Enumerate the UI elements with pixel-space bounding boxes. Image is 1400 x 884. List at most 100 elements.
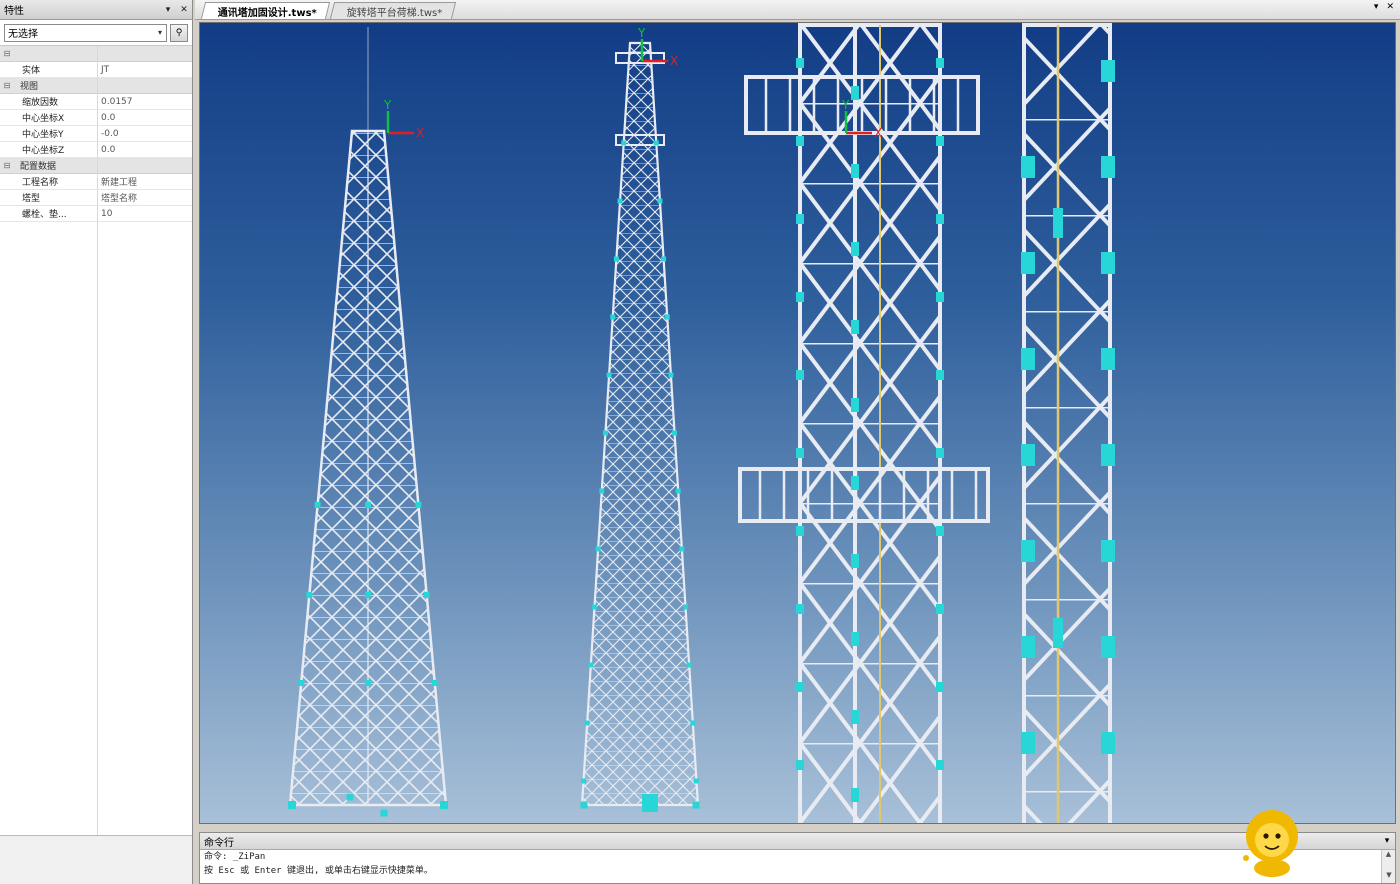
property-row[interactable]: 工程名称 新建工程 (0, 174, 192, 190)
joint-marker (851, 710, 859, 724)
joint-marker (936, 526, 944, 536)
tab-menu-icon[interactable]: ▾ (1374, 2, 1379, 12)
tower1-y-label: Y (383, 98, 392, 112)
tower3-body (798, 23, 942, 823)
joint-marker (1101, 636, 1115, 658)
property-row[interactable]: 中心坐标Z 0.0 (0, 142, 192, 158)
property-category[interactable]: ⊟ 配置数据 (0, 158, 192, 174)
tower3-x-label: X (874, 126, 882, 140)
property-row[interactable]: 中心坐标X 0.0 (0, 110, 192, 126)
scroll-up-icon[interactable]: ▲ (1382, 850, 1395, 862)
joint-marker (851, 632, 859, 646)
joint-marker (851, 788, 859, 802)
joint-marker (1101, 252, 1115, 274)
joint-marker (1021, 348, 1035, 370)
joint-marker (693, 778, 699, 784)
command-prompt-line[interactable]: 按 Esc 或 Enter 键退出, 或单击右键显示快捷菜单。 (200, 864, 1395, 878)
property-value[interactable]: 0.0157 (97, 97, 192, 107)
property-value[interactable]: JT (97, 65, 192, 75)
3d-viewport[interactable]: X Y X Y X Y (199, 22, 1396, 824)
property-value[interactable]: 0.0 (97, 145, 192, 155)
description-area (0, 836, 192, 884)
joint-marker (588, 662, 594, 668)
joint-marker (599, 488, 605, 494)
collapse-toggle-icon[interactable]: ⊟ (0, 81, 14, 90)
collapse-toggle-icon[interactable]: ⊟ (0, 49, 14, 58)
joint-marker (672, 430, 678, 436)
joint-marker (668, 372, 674, 378)
joint-marker (1101, 156, 1115, 178)
dropdown-arrow-icon: ▾ (157, 28, 162, 37)
selection-bar: 无选择 ▾ ⚲ (0, 20, 192, 46)
joint-marker (1101, 60, 1115, 82)
scroll-down-icon[interactable]: ▼ (1382, 871, 1396, 883)
joint-marker (1021, 636, 1035, 658)
joint-marker (1053, 208, 1063, 238)
joint-marker (1021, 156, 1035, 178)
property-key: 工程名称 (22, 178, 59, 188)
command-title: 命令行 (204, 837, 234, 849)
joint-marker (288, 801, 296, 809)
property-row[interactable]: 塔型 塔型名称 (0, 190, 192, 206)
joint-marker (298, 680, 305, 686)
property-category[interactable]: ⊟ 视图 (0, 78, 192, 94)
tower-models: X Y X Y X Y (288, 23, 1115, 823)
chevron-down-icon[interactable]: ▾ (160, 2, 176, 18)
joint-marker (796, 682, 804, 692)
joint-marker (423, 592, 430, 598)
quick-select-icon[interactable]: ⚲ (170, 23, 188, 42)
selection-dropdown[interactable]: 无选择 ▾ (4, 23, 167, 42)
property-key: 中心坐标Z (22, 146, 65, 156)
selection-value: 无选择 (8, 29, 38, 40)
chevron-down-icon[interactable]: ▾ (1379, 836, 1395, 846)
properties-titlebar: 特性 ▾ ✕ (0, 0, 192, 20)
close-icon[interactable]: ✕ (1386, 2, 1394, 12)
property-value[interactable]: 新建工程 (97, 175, 192, 188)
joint-marker (851, 476, 859, 490)
collapse-toggle-icon[interactable]: ⊟ (0, 161, 14, 170)
joint-marker (796, 604, 804, 614)
tower4-body (1022, 23, 1112, 823)
joint-marker (1021, 252, 1035, 274)
joint-marker (796, 526, 804, 536)
joint-marker (851, 398, 859, 412)
property-row[interactable]: 实体 JT (0, 62, 192, 78)
joint-marker (653, 140, 659, 146)
close-icon[interactable]: ✕ (176, 2, 192, 18)
joint-marker (851, 242, 859, 256)
property-value[interactable]: 塔型名称 (97, 191, 192, 204)
joint-marker (686, 662, 692, 668)
property-key: 中心坐标X (22, 114, 65, 124)
joint-marker (346, 793, 354, 801)
joint-marker (617, 198, 623, 204)
property-row[interactable]: 螺栓、垫... 10 (0, 206, 192, 222)
tab-label: 旋转塔平台荷梯.tws* (346, 7, 443, 19)
document-area: 通讯塔加固设计.tws* 旋转塔平台荷梯.tws* ▾ ✕ X Y X Y X … (195, 0, 1400, 884)
command-titlebar: 命令行 ▾ (200, 833, 1395, 850)
property-value[interactable]: 0.0 (97, 113, 192, 123)
joint-marker (936, 58, 944, 68)
property-category[interactable]: ⊟ (0, 46, 192, 62)
tab-document-1[interactable]: 通讯塔加固设计.tws* (200, 2, 331, 19)
joint-marker (796, 370, 804, 380)
joint-marker (796, 214, 804, 224)
joint-marker (595, 546, 601, 552)
command-panel: 命令行 ▾ 命令: _ZiPan 按 Esc 或 Enter 键退出, 或单击右… (199, 832, 1396, 884)
property-row[interactable]: 缩放因数 0.0157 (0, 94, 192, 110)
joint-marker (936, 760, 944, 770)
joint-marker (1101, 348, 1115, 370)
property-value[interactable]: 10 (97, 209, 192, 219)
property-value[interactable]: -0.0 (97, 129, 192, 139)
joint-marker (431, 680, 438, 686)
properties-panel: 特性 ▾ ✕ 无选择 ▾ ⚲ ⊟ 实体 JT ⊟ 视图 缩放因数 0.0157 中心坐标X 0.… (0, 0, 193, 884)
joint-marker (936, 292, 944, 302)
joint-marker (613, 256, 619, 262)
joint-marker (610, 314, 616, 320)
joint-marker (796, 448, 804, 458)
property-row[interactable]: 中心坐标Y -0.0 (0, 126, 192, 142)
joint-marker (796, 760, 804, 770)
joint-marker (621, 140, 627, 146)
tab-document-2[interactable]: 旋转塔平台荷梯.tws* (329, 2, 456, 19)
tower3-y-label: Y (841, 98, 850, 112)
command-scrollbar[interactable]: ▲ ▼ (1381, 850, 1395, 883)
